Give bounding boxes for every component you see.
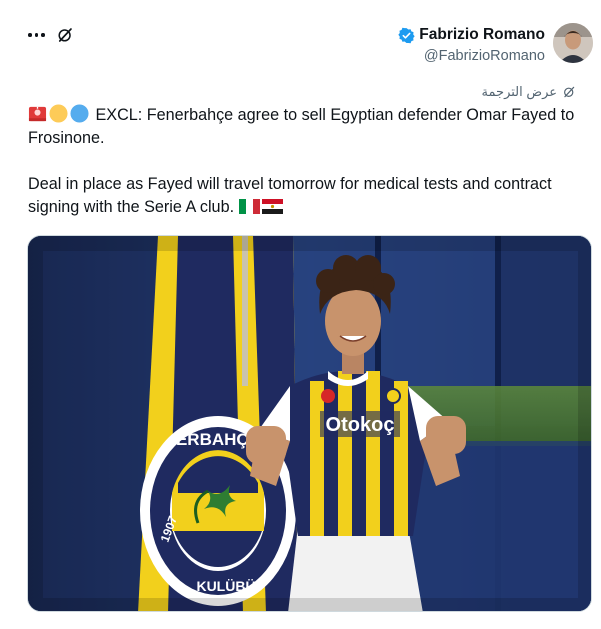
tweet-card: Fabrizio Romano @FabrizioRomano عرض التر…: [0, 0, 601, 629]
author-handle[interactable]: @FabrizioRomano: [398, 48, 545, 64]
svg-text:KULÜBÜ: KULÜBÜ: [196, 578, 255, 594]
tweet-header: Fabrizio Romano @FabrizioRomano: [0, 20, 601, 66]
siren-emoji-icon: [28, 106, 47, 122]
translate-label[interactable]: عرض الترجمة: [482, 84, 557, 100]
yellow-circle-emoji-icon: [49, 104, 68, 123]
grok-translate-icon: [564, 86, 575, 98]
more-options-icon[interactable]: [28, 28, 46, 42]
tweet-paragraph-1: EXCL: Fenerbahçe agree to sell Egyptian …: [28, 106, 575, 147]
translate-post-link[interactable]: عرض الترجمة: [482, 84, 576, 100]
verified-badge-icon: [398, 27, 415, 43]
tweet-text: EXCL: Fenerbahçe agree to sell Egyptian …: [28, 104, 596, 219]
italy-flag-icon: [238, 199, 260, 214]
grok-icon[interactable]: [56, 26, 74, 44]
blue-circle-emoji-icon: [70, 104, 89, 123]
avatar[interactable]: [553, 23, 593, 63]
author-name[interactable]: Fabrizio Romano: [419, 26, 545, 44]
shirt-sponsor-text: Otokoç: [326, 414, 395, 436]
tweet-media-image[interactable]: ERBAHÇE 1907 KULÜBÜ Otokoç: [27, 235, 592, 612]
tweet-paragraph-2: Deal in place as Fayed will travel tomor…: [28, 175, 552, 216]
author-info[interactable]: Fabrizio Romano @FabrizioRomano: [398, 26, 545, 64]
egypt-flag-icon: [261, 199, 283, 214]
